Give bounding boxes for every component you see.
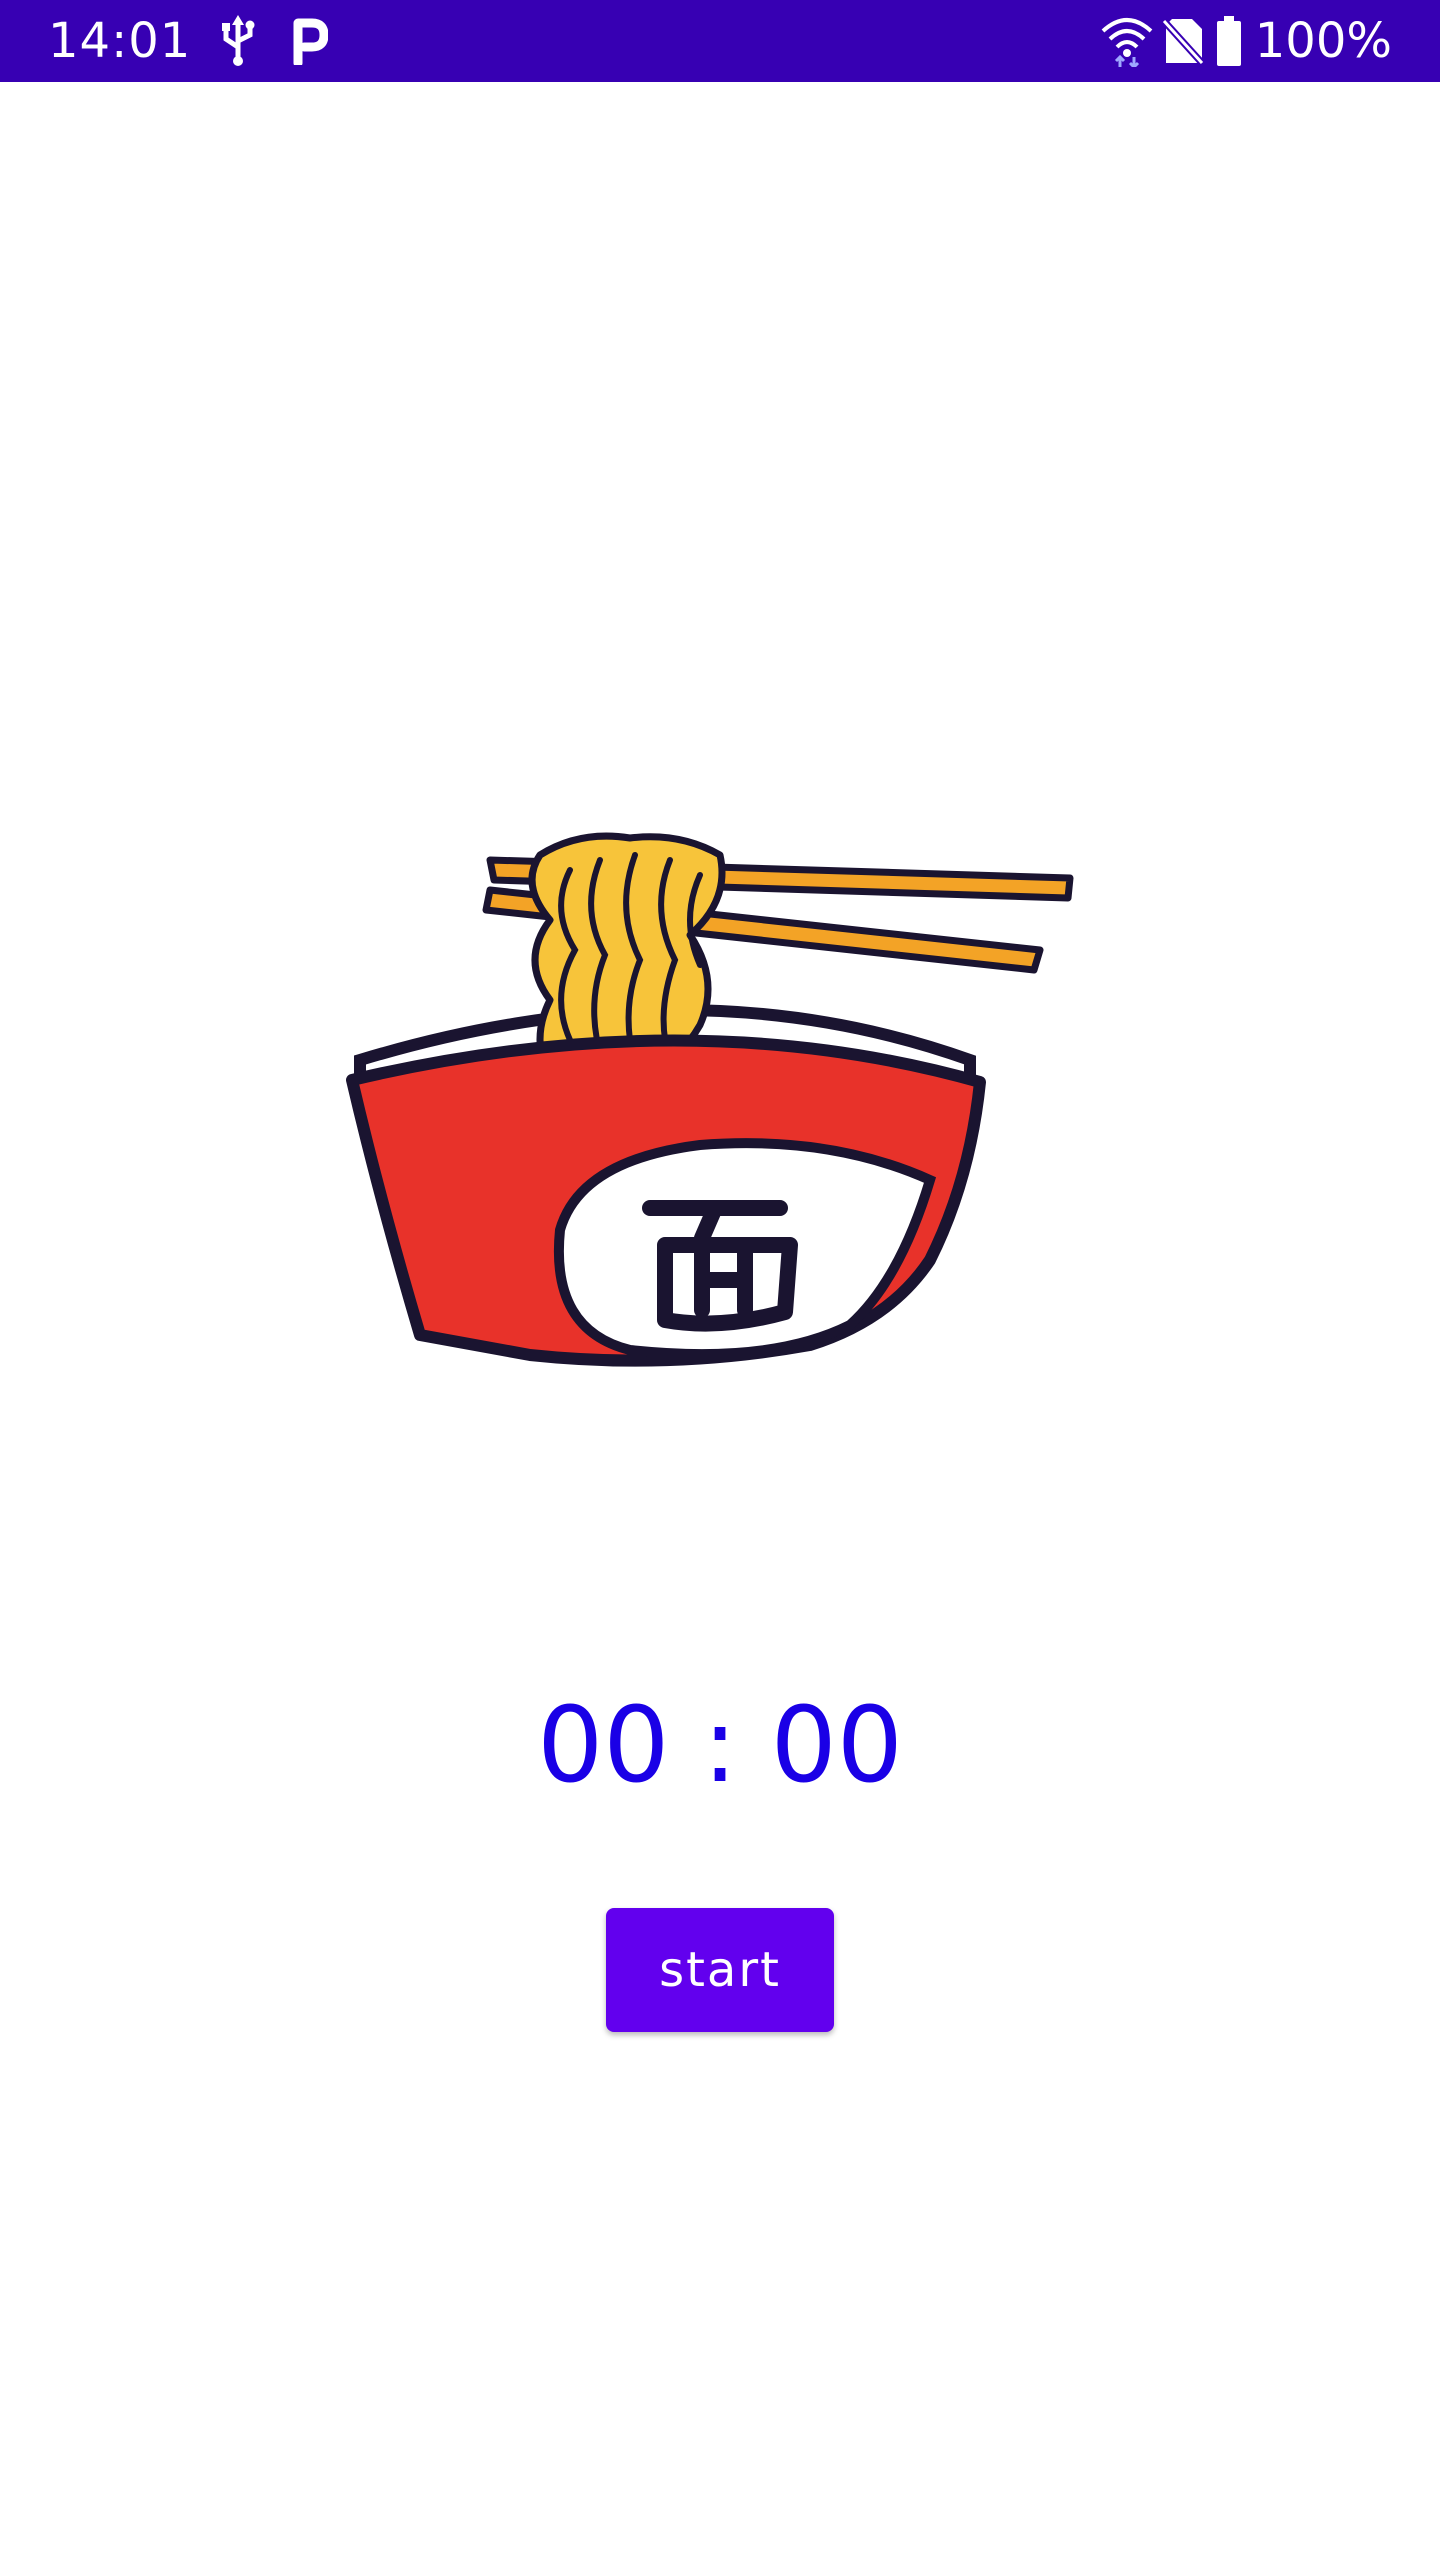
wifi-icon <box>1100 0 1154 82</box>
timer-display: 00 : 00 <box>537 1684 903 1806</box>
noodle-bowl-icon <box>250 760 1150 1440</box>
usb-icon <box>218 0 258 82</box>
battery-percent: 100% <box>1254 13 1392 69</box>
battery-icon <box>1216 0 1242 82</box>
app-screen: 14:01 100% 00: 00 start <box>0 0 1440 2560</box>
parking-icon <box>292 0 328 82</box>
no-sim-icon <box>1162 0 1204 82</box>
start-button[interactable]: start <box>606 1908 834 2032</box>
status-time: 14:01 <box>48 13 192 69</box>
status-bar: 14:01 100% <box>0 0 1440 82</box>
